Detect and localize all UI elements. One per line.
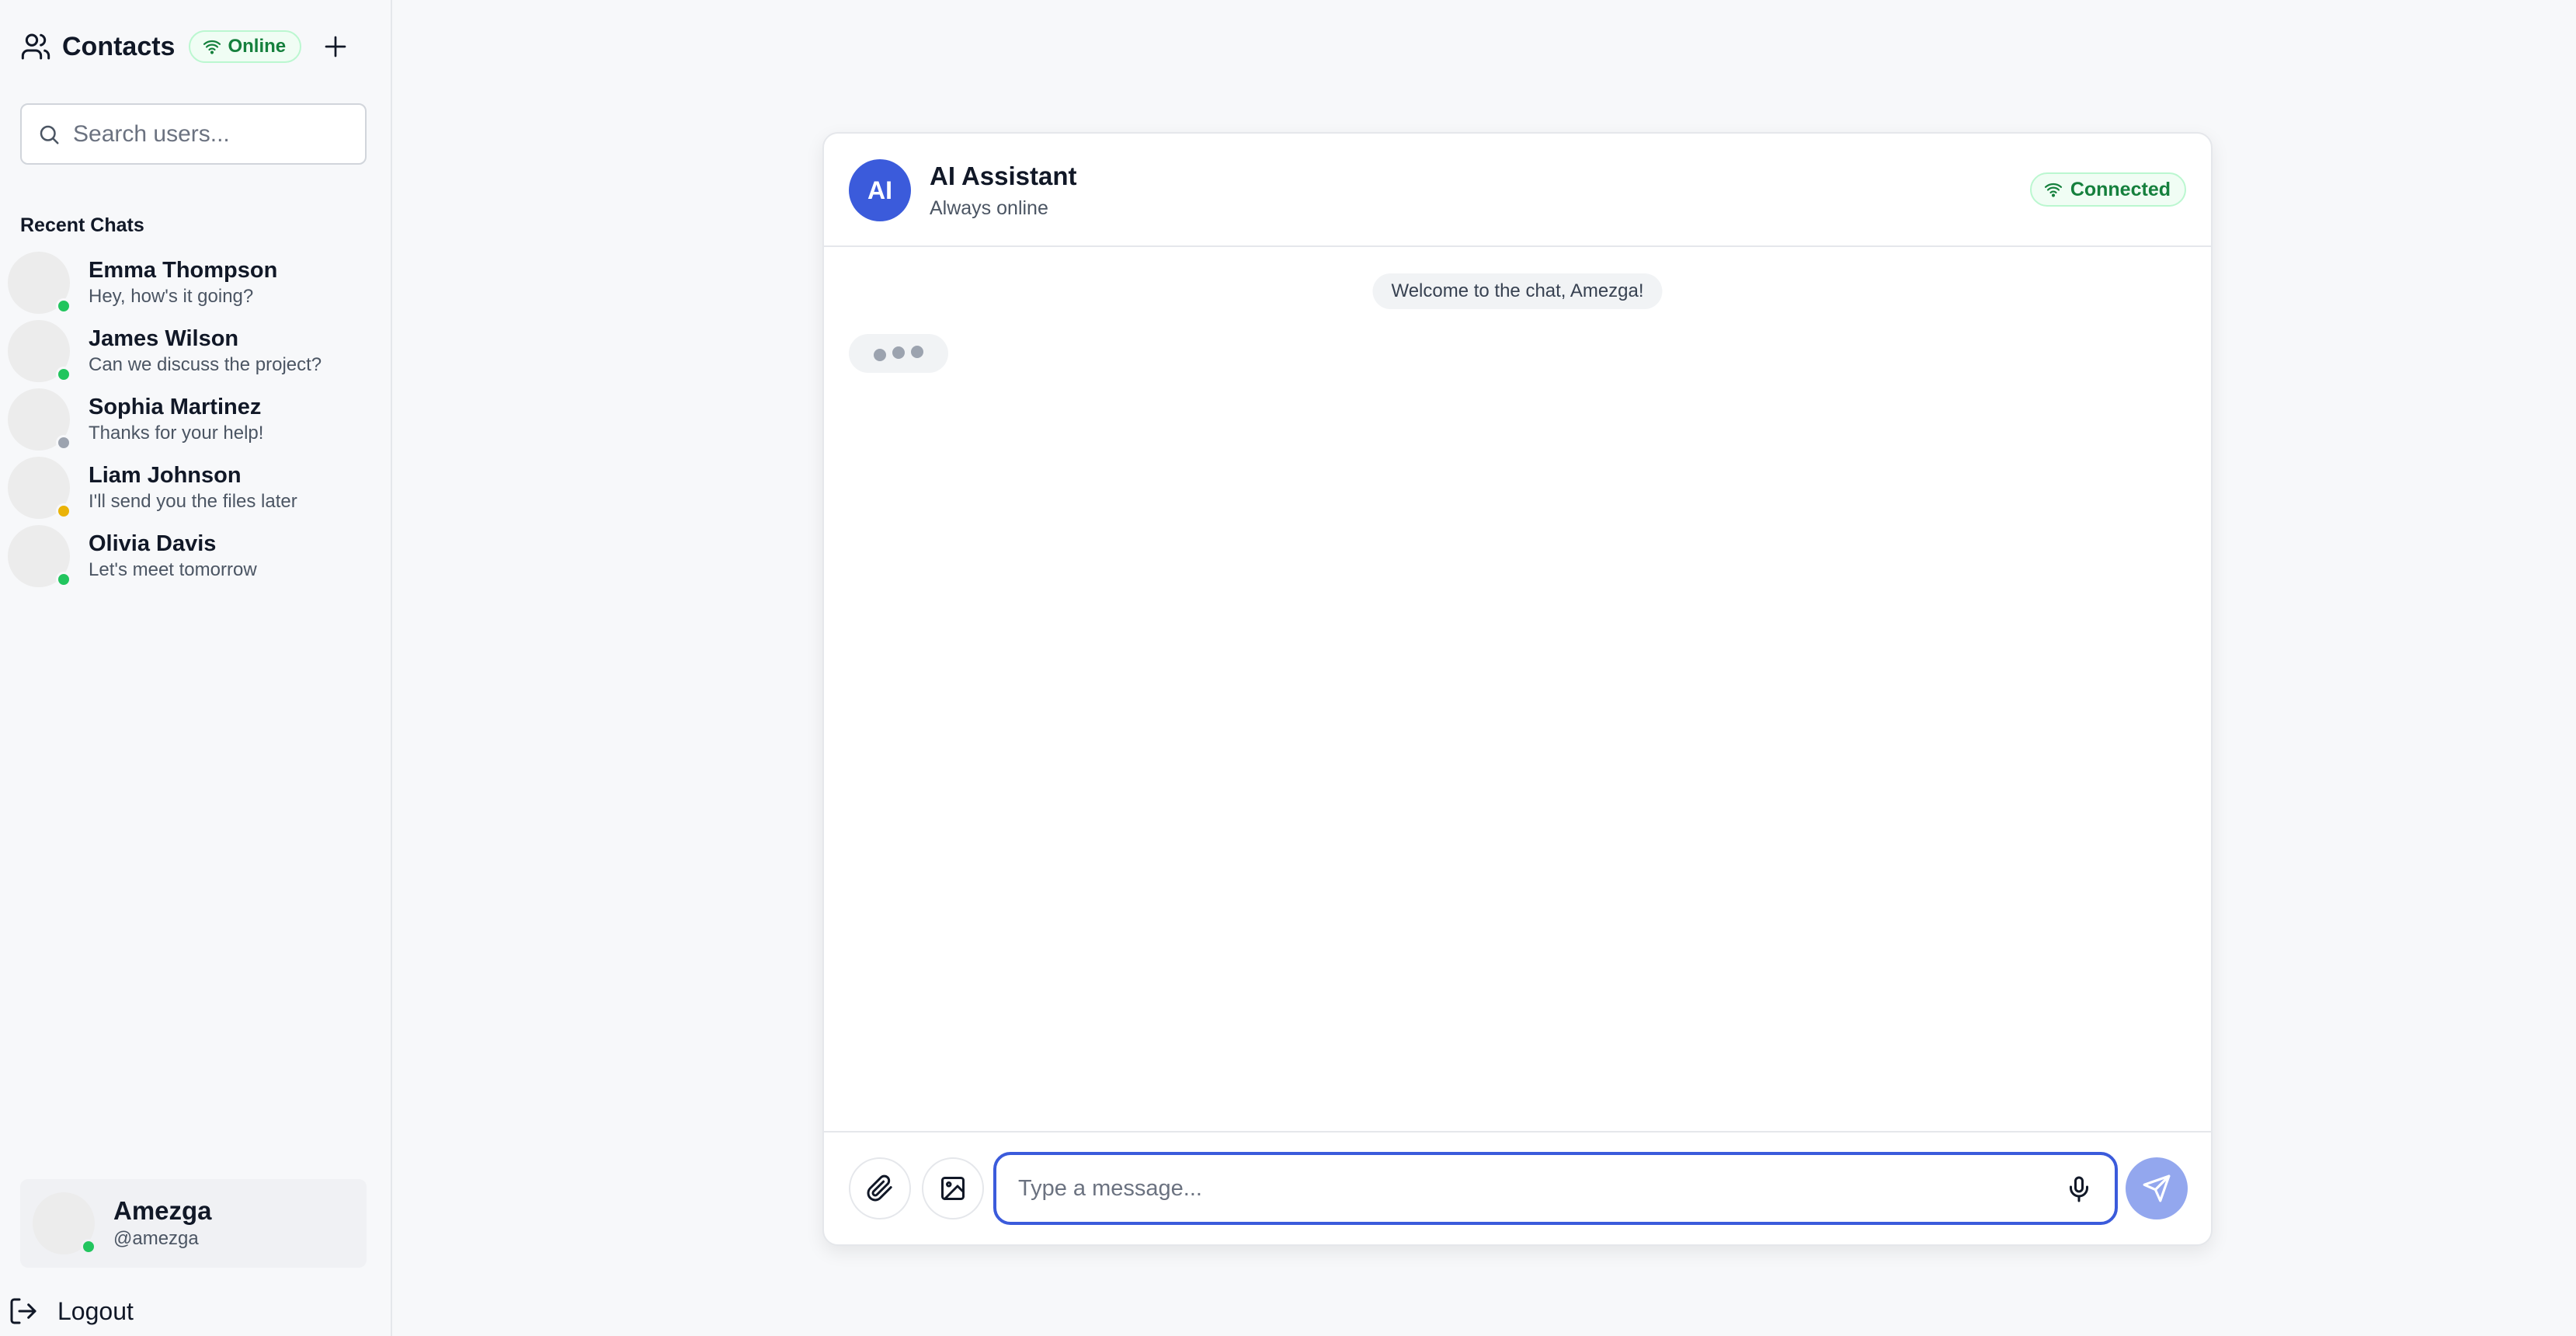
sidebar: Contacts Online Recent Chats Emma Thomps… (0, 0, 392, 1336)
paperclip-icon (867, 1174, 892, 1202)
users-icon (20, 31, 51, 62)
avatar (8, 320, 71, 382)
recent-chats-list: Emma Thompson Hey, how's it going? James… (8, 249, 381, 590)
chat-name: Liam Johnson (89, 463, 242, 488)
attach-file-button[interactable] (849, 1157, 911, 1219)
search-icon (40, 125, 59, 144)
chat-contact-name: AI Assistant (930, 162, 1077, 190)
current-user-handle: @amezga (113, 1228, 199, 1249)
voice-input-button[interactable] (2060, 1171, 2098, 1208)
chat-last-message: Can we discuss the project? (89, 354, 322, 375)
message-input-box (993, 1152, 2118, 1225)
avatar (8, 252, 71, 314)
avatar (8, 388, 71, 451)
chat-last-message: Hey, how's it going? (89, 286, 254, 307)
wifi-icon (203, 40, 221, 54)
plus-icon (325, 36, 346, 57)
welcome-message: Welcome to the chat, Amezga! (1372, 273, 1663, 309)
avatar (33, 1192, 96, 1254)
chat-item-sophia-martinez[interactable]: Sophia Martinez Thanks for your help! (8, 385, 381, 454)
typing-dot (892, 346, 905, 359)
chat-contact-subtitle: Always online (930, 197, 1048, 219)
send-icon (2143, 1174, 2171, 1202)
chat-last-message: Thanks for your help! (89, 423, 264, 444)
online-status-badge: Online (189, 30, 302, 63)
status-dot (56, 503, 71, 519)
typing-dot (911, 346, 923, 358)
sidebar-header: Contacts Online (20, 30, 302, 64)
chat-header: AI AI Assistant Always online Connected (824, 134, 2211, 247)
connection-status-badge: Connected (2029, 172, 2186, 207)
send-button[interactable] (2126, 1157, 2188, 1219)
attach-image-button[interactable] (922, 1157, 984, 1219)
avatar (8, 457, 71, 519)
chat-item-liam-johnson[interactable]: Liam Johnson I'll send you the files lat… (8, 454, 381, 522)
chat-panel: AI AI Assistant Always online Connected … (822, 132, 2213, 1246)
current-user-card[interactable]: Amezga @amezga (20, 1179, 367, 1268)
chat-item-emma-thompson[interactable]: Emma Thompson Hey, how's it going? (8, 249, 381, 317)
connection-status-label: Connected (2070, 178, 2171, 200)
typing-dot (874, 349, 886, 361)
status-dot (56, 367, 71, 382)
sidebar-title: Contacts (62, 31, 176, 61)
chat-item-olivia-davis[interactable]: Olivia Davis Let's meet tomorrow (8, 522, 381, 590)
ai-avatar: AI (849, 159, 911, 221)
microphone-icon (2070, 1176, 2088, 1202)
chat-item-james-wilson[interactable]: James Wilson Can we discuss the project? (8, 317, 381, 385)
chat-name: Emma Thompson (89, 258, 278, 283)
online-status-label: Online (228, 36, 287, 57)
avatar (8, 525, 71, 587)
search-box (20, 103, 367, 165)
current-user-name: Amezga (113, 1196, 212, 1225)
message-composer (824, 1131, 2211, 1244)
message-input[interactable] (1018, 1175, 2028, 1202)
search-input[interactable] (73, 120, 360, 148)
status-dot (56, 298, 71, 314)
wifi-icon (2044, 183, 2062, 197)
recent-chats-heading: Recent Chats (20, 214, 144, 236)
chat-name: James Wilson (89, 326, 239, 351)
chat-last-message: Let's meet tomorrow (89, 559, 257, 580)
logout-label: Logout (57, 1296, 134, 1325)
status-dot (56, 572, 71, 587)
logout-icon (10, 1298, 37, 1324)
status-dot (56, 435, 71, 451)
add-contact-button[interactable] (318, 30, 353, 64)
logout-button[interactable]: Logout (8, 1294, 134, 1328)
chat-name: Olivia Davis (89, 531, 217, 556)
chat-name: Sophia Martinez (89, 395, 262, 419)
image-icon (941, 1177, 965, 1200)
typing-indicator (849, 334, 948, 373)
chat-last-message: I'll send you the files later (89, 491, 297, 512)
status-dot (81, 1239, 96, 1254)
